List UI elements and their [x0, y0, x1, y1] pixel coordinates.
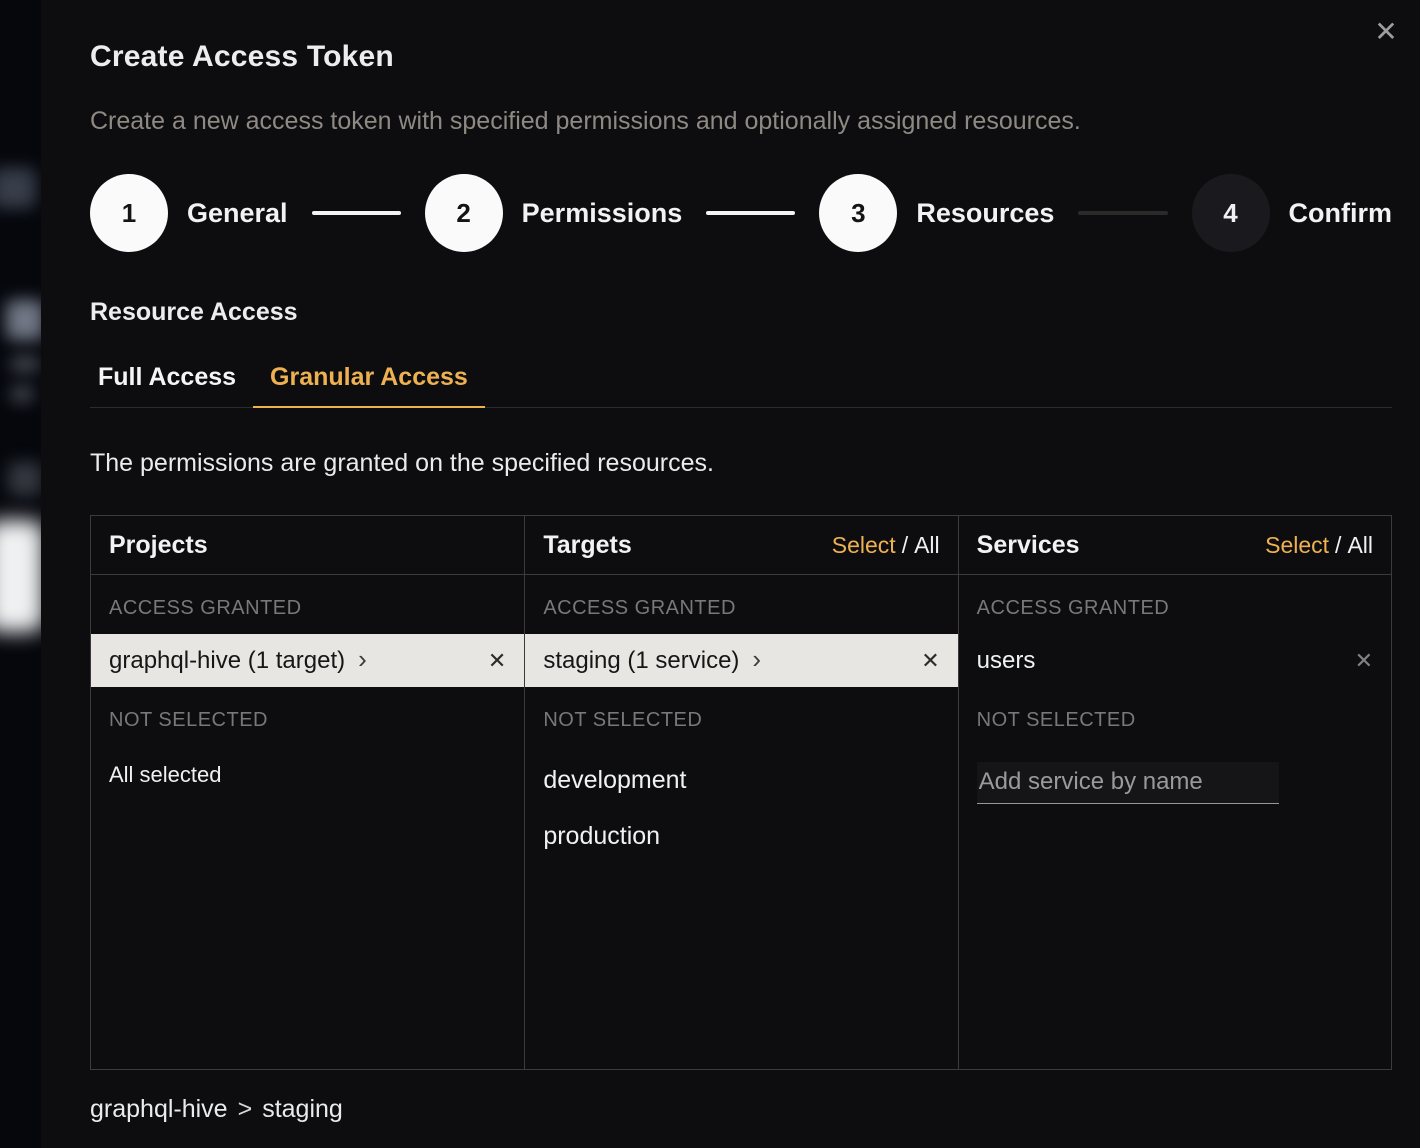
resource-access-heading: Resource Access [90, 298, 1392, 327]
background-blob [6, 300, 41, 340]
targets-select-all: Select/All [832, 532, 940, 559]
remove-icon[interactable]: ✕ [1355, 648, 1373, 674]
step-label: Resources [916, 198, 1054, 229]
services-select-link[interactable]: Select [1265, 532, 1329, 558]
background-blob [0, 168, 36, 208]
breadcrumb-project: graphql-hive [90, 1095, 228, 1124]
not-selected-label: NOT SELECTED [525, 687, 957, 746]
stepper-connector [312, 211, 401, 215]
access-granted-label: ACCESS GRANTED [959, 575, 1391, 634]
projects-column-header: Projects [91, 516, 524, 575]
projects-column: Projects ACCESS GRANTED graphql-hive (1 … [91, 516, 524, 1069]
not-selected-label: NOT SELECTED [959, 687, 1391, 746]
service-row-users[interactable]: users ✕ [959, 634, 1391, 687]
resource-access-tabs: Full Access Granular Access [90, 351, 1392, 408]
remove-icon[interactable]: ✕ [488, 648, 506, 674]
background-blob [10, 356, 40, 372]
targets-column: Targets Select/All ACCESS GRANTED stagin… [524, 516, 957, 1069]
targets-select-link[interactable]: Select [832, 532, 896, 558]
step-permissions[interactable]: 2 Permissions [425, 174, 683, 252]
close-icon: ✕ [1374, 16, 1397, 47]
close-button[interactable]: ✕ [1368, 14, 1404, 50]
projects-column-title: Projects [109, 531, 208, 560]
target-item-development[interactable]: development [525, 752, 957, 808]
project-row-graphql-hive[interactable]: graphql-hive (1 target) › ✕ [91, 634, 524, 687]
granular-access-description: The permissions are granted on the speci… [90, 449, 1392, 478]
services-column: Services Select/All ACCESS GRANTED users… [958, 516, 1391, 1069]
breadcrumb: graphql-hive > staging [90, 1095, 1392, 1124]
modal-title: Create Access Token [90, 40, 1392, 74]
background-page-strip [0, 0, 41, 1148]
stepper-connector [1078, 211, 1167, 215]
service-row-label: users [977, 647, 1036, 675]
services-column-header: Services Select/All [959, 516, 1391, 575]
target-item-production[interactable]: production [525, 808, 957, 864]
access-granted-label: ACCESS GRANTED [91, 575, 524, 634]
modal-subtitle: Create a new access token with specified… [90, 106, 1392, 136]
select-all-separator: / [902, 532, 908, 558]
background-blob [10, 386, 34, 402]
step-number: 1 [90, 174, 168, 252]
select-all-separator: / [1335, 532, 1341, 558]
background-blob [0, 520, 41, 632]
step-number: 2 [425, 174, 503, 252]
step-general[interactable]: 1 General [90, 174, 288, 252]
chevron-right-icon: › [752, 646, 761, 672]
step-number: 4 [1192, 174, 1270, 252]
targets-column-header: Targets Select/All [525, 516, 957, 575]
add-service-input[interactable] [977, 762, 1279, 804]
access-granted-label: ACCESS GRANTED [525, 575, 957, 634]
stepper: 1 General 2 Permissions 3 Resources 4 Co… [90, 174, 1392, 252]
project-row-label: graphql-hive (1 target) [109, 647, 345, 675]
remove-icon[interactable]: ✕ [921, 648, 939, 674]
resource-picker-table: Projects ACCESS GRANTED graphql-hive (1 … [90, 515, 1392, 1070]
chevron-right-icon: › [358, 646, 367, 672]
step-number: 3 [819, 174, 897, 252]
step-resources[interactable]: 3 Resources [819, 174, 1054, 252]
services-select-all: Select/All [1265, 532, 1373, 559]
breadcrumb-target: staging [262, 1095, 343, 1124]
projects-all-selected-note: All selected [91, 746, 524, 804]
not-selected-label: NOT SELECTED [91, 687, 524, 746]
stepper-connector [706, 211, 795, 215]
step-label: General [187, 198, 288, 229]
services-all-link[interactable]: All [1347, 532, 1373, 558]
step-label: Confirm [1289, 198, 1393, 229]
step-confirm[interactable]: 4 Confirm [1192, 174, 1393, 252]
target-row-label: staging (1 service) [543, 647, 739, 675]
services-column-title: Services [977, 531, 1080, 560]
breadcrumb-separator: > [238, 1095, 253, 1124]
create-access-token-modal: ✕ Create Access Token Create a new acces… [41, 0, 1420, 1148]
step-label: Permissions [522, 198, 683, 229]
background-blob [8, 462, 41, 496]
targets-all-link[interactable]: All [914, 532, 940, 558]
target-row-staging[interactable]: staging (1 service) › ✕ [525, 634, 957, 687]
targets-column-title: Targets [543, 531, 631, 560]
targets-unselected-list: development production [525, 752, 957, 864]
tab-granular-access[interactable]: Granular Access [253, 351, 485, 408]
tab-full-access[interactable]: Full Access [90, 351, 253, 408]
